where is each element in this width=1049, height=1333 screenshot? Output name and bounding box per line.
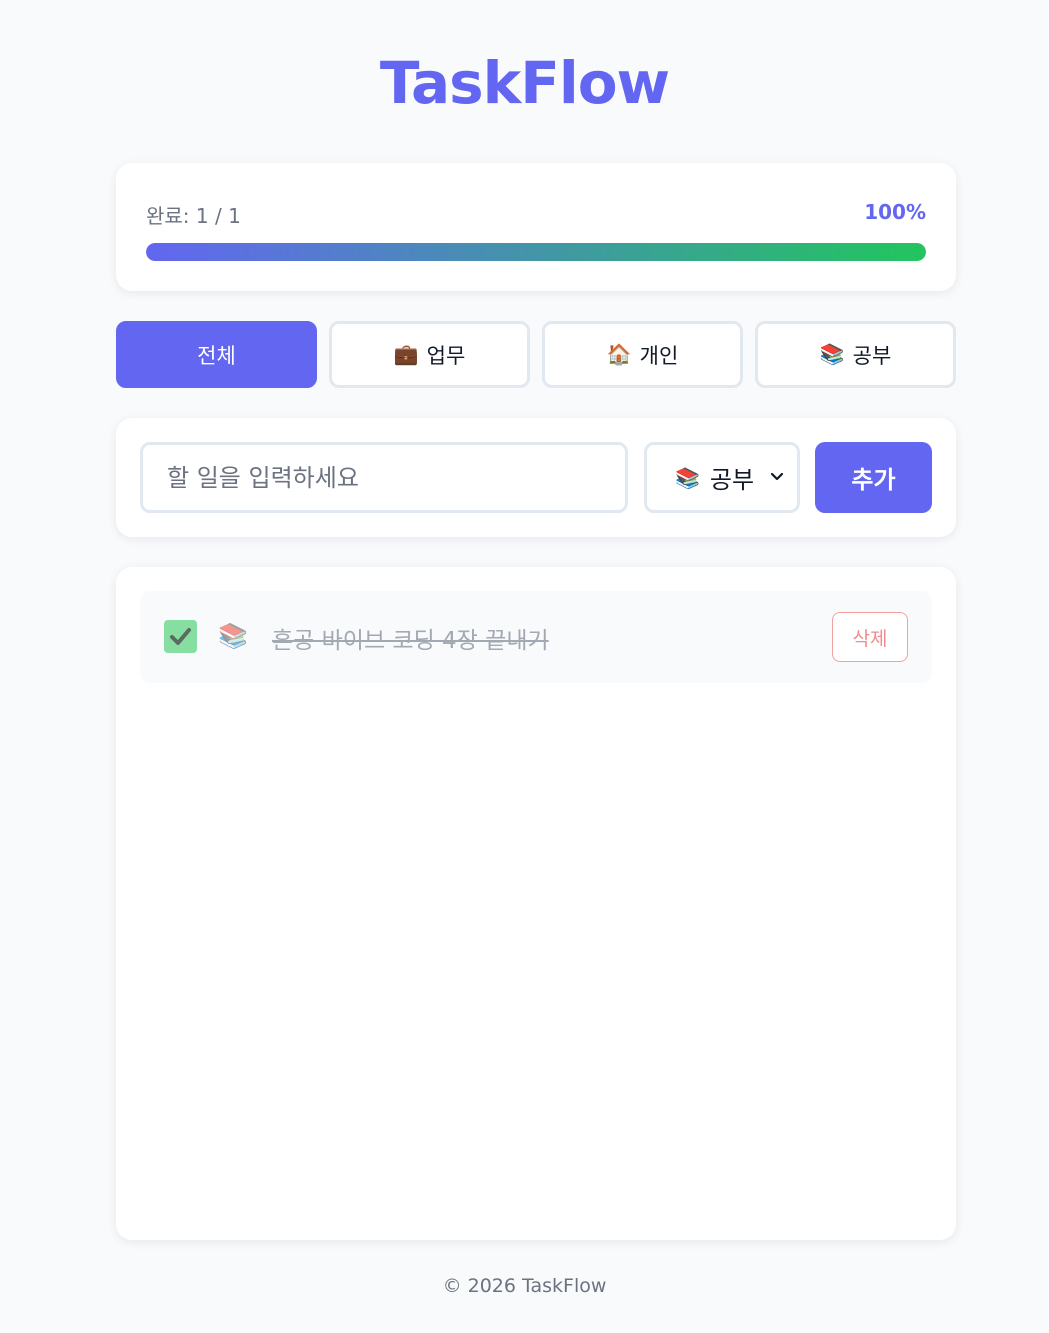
progress-track — [146, 243, 926, 261]
progress-label: 완료: 1 / 1 — [146, 204, 241, 228]
filter-tab-work[interactable]: 💼 업무 — [329, 321, 530, 388]
task-list: 📚 혼공 바이브 코딩 4장 끝내기 삭제 — [116, 567, 956, 1240]
filter-tab-label: 공부 — [852, 344, 892, 368]
category-filter-tabs: 전체 💼 업무 🏠 개인 📚 공부 — [116, 321, 956, 388]
checkmark-icon — [170, 628, 191, 645]
app-title: TaskFlow — [379, 49, 670, 117]
add-button[interactable]: 추가 — [815, 442, 932, 513]
books-icon: 📚 — [675, 465, 700, 490]
task-item: 📚 혼공 바이브 코딩 4장 끝내기 삭제 — [140, 591, 932, 683]
task-text: 혼공 바이브 코딩 4장 끝내기 — [272, 628, 549, 654]
task-checkbox[interactable] — [164, 620, 197, 653]
filter-tab-personal[interactable]: 🏠 개인 — [542, 321, 743, 388]
filter-tab-all[interactable]: 전체 — [116, 321, 317, 388]
house-icon: 🏠 — [606, 343, 632, 366]
progress-percent: 100% — [864, 200, 926, 224]
filter-tab-label: 개인 — [639, 344, 679, 368]
filter-tab-label: 전체 — [197, 344, 236, 368]
progress-card: 완료: 1 / 1 100% — [116, 163, 956, 291]
briefcase-icon: 💼 — [393, 343, 419, 366]
delete-button[interactable]: 삭제 — [832, 612, 908, 662]
books-icon: 📚 — [218, 622, 248, 650]
category-select[interactable]: 📚 공부 — [644, 442, 800, 513]
add-task-card: 📚 공부 추가 — [116, 418, 956, 537]
books-icon: 📚 — [819, 343, 845, 366]
progress-fill — [146, 243, 926, 261]
footer-copyright: © 2026 TaskFlow — [442, 1275, 607, 1297]
task-input[interactable] — [140, 442, 628, 513]
filter-tab-label: 업무 — [426, 344, 466, 368]
category-select-value: 공부 — [709, 466, 755, 494]
chevron-down-icon — [770, 472, 784, 481]
filter-tab-study[interactable]: 📚 공부 — [755, 321, 956, 388]
